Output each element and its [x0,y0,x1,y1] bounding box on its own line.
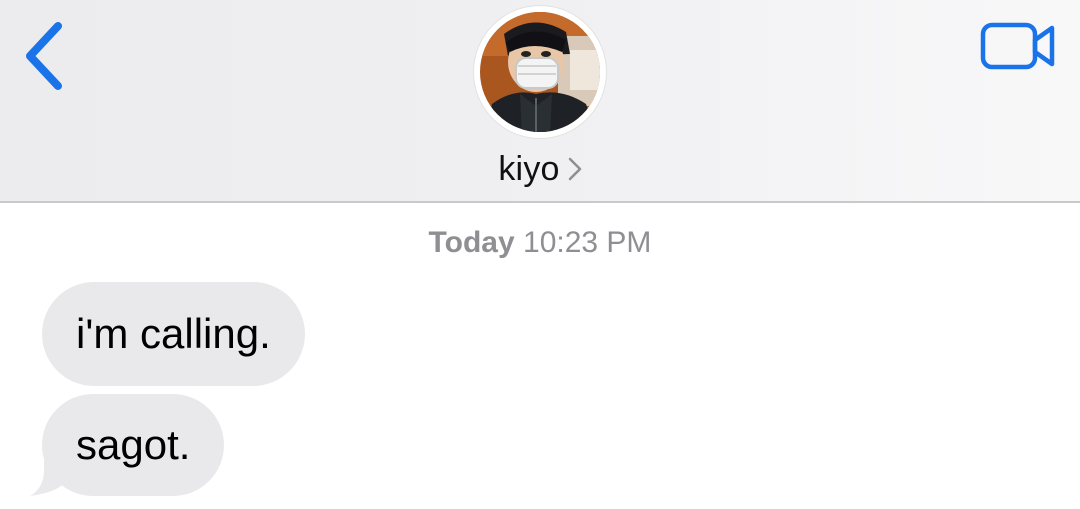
message-text: i'm calling. [76,310,271,357]
message-timestamp: Today 10:23 PM [0,226,1080,260]
message-text: sagot. [76,421,191,468]
contact-name: kiyo [498,149,560,188]
back-button[interactable] [18,18,78,94]
contact-info-link[interactable]: kiyo [440,146,640,192]
chevron-left-icon [26,22,62,90]
incoming-message-bubble[interactable]: sagot. [42,394,225,496]
timestamp-day: Today [428,226,515,259]
avatar-image [476,8,604,136]
timestamp-time: 10:23 PM [523,226,652,259]
incoming-message-bubble[interactable]: i'm calling. [42,282,305,386]
chevron-right-icon [568,157,581,181]
conversation-header: kiyo [0,0,1080,203]
messages-screen: kiyo Today 10:23 PM i'm calling. sagot. [0,0,1080,509]
video-call-button[interactable] [978,18,1060,74]
video-camera-icon [980,22,1055,70]
contact-avatar[interactable] [474,6,606,138]
